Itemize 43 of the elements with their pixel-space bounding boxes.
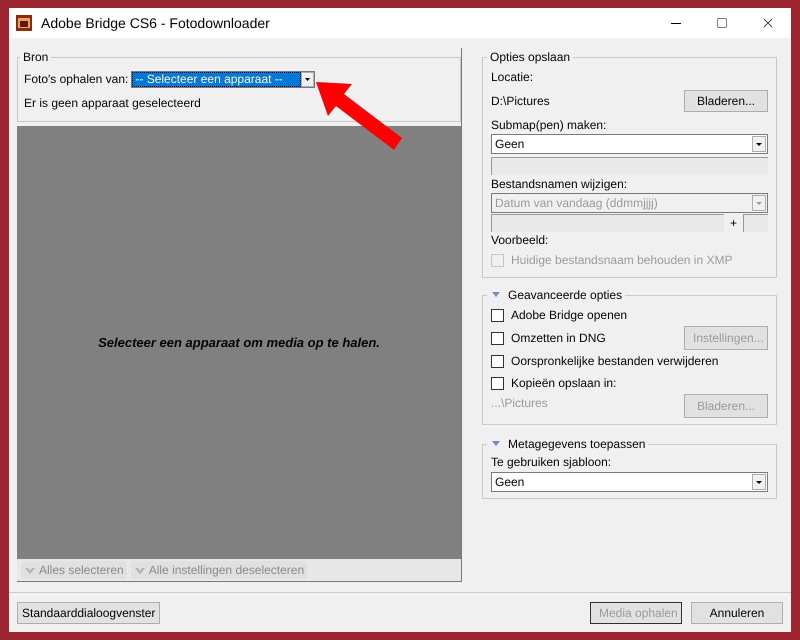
checkbox-label: Omzetten in DNG <box>511 330 606 347</box>
checkbox[interactable] <box>491 308 504 322</box>
minimize-icon <box>671 22 681 24</box>
field-label: Voorbeeld: <box>491 232 548 249</box>
rename-text-field[interactable] <box>491 214 724 232</box>
checkbox[interactable] <box>491 332 504 344</box>
checkbox-label: Huidige bestandsnaam behouden in XMP <box>511 252 732 269</box>
device-dropdown[interactable]: -- Selecteer een apparaat -- <box>131 70 316 88</box>
template-dropdown[interactable]: Geen <box>491 472 768 492</box>
group-title: Geavanceerde opties <box>508 287 622 304</box>
maximize-icon <box>716 17 728 29</box>
group-title: Opties opslaan <box>490 49 570 66</box>
plus-sign: + <box>728 215 738 232</box>
expanded-triangle-icon[interactable] <box>492 292 500 298</box>
browse-button[interactable]: Bladeren... <box>684 90 768 112</box>
checkbox[interactable] <box>491 376 504 390</box>
caret-icon <box>752 474 766 490</box>
checkbox-label: Oorspronkelijke bestanden verwijderen <box>511 353 718 370</box>
checkbox-label: Kopieën opslaan in: <box>511 375 616 392</box>
field-label: Bestandsnamen wijzigen: <box>491 176 628 193</box>
default-dialog-button[interactable]: Standaarddialoogvenster <box>17 602 160 624</box>
caret-icon <box>752 195 766 211</box>
sequence-field[interactable] <box>743 214 768 232</box>
caret-icon <box>752 136 766 152</box>
field-label: Submap(pen) maken: <box>491 117 606 134</box>
empty-message: Selecteer een apparaat om media op te halen. <box>98 334 380 352</box>
expanded-triangle-icon[interactable] <box>492 441 500 447</box>
checkbox-label: Adobe Bridge openen <box>511 307 628 324</box>
app-icon <box>16 15 32 31</box>
field-label: Te gebruiken sjabloon: <box>491 454 612 471</box>
subfolder-name-field[interactable] <box>491 157 768 175</box>
window-title: Adobe Bridge CS6 - Fotodownloader <box>41 14 271 33</box>
subfolder-dropdown[interactable]: Geen <box>491 134 768 154</box>
field-label: Locatie: <box>491 69 534 86</box>
copy-path: ...\Pictures <box>491 395 548 412</box>
location-path: D:\Pictures <box>491 93 550 110</box>
caret-icon <box>301 72 314 86</box>
group-title: Bron <box>23 49 48 66</box>
checkbox[interactable] <box>491 354 504 368</box>
status-text: Er is geen apparaat geselecteerd <box>24 96 201 110</box>
dialog-button[interactable]: Annuleren <box>691 602 783 624</box>
group-title: Metagegevens toepassen <box>508 436 646 453</box>
field-label: Foto's ophalen van: <box>24 71 128 88</box>
